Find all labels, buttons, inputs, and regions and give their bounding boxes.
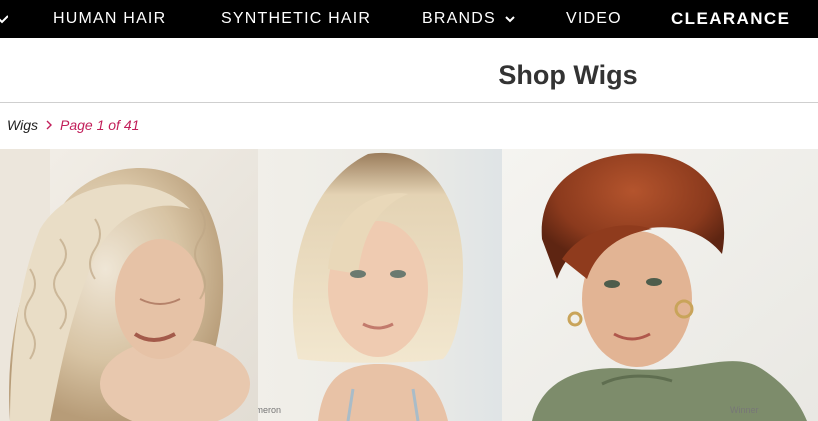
chevron-down-icon: [505, 16, 515, 23]
breadcrumb-link-wigs[interactable]: Wigs: [7, 117, 38, 133]
breadcrumb: Wigs Page 1 of 41: [7, 117, 139, 133]
product-image: [258, 149, 502, 421]
nav-item-clearance[interactable]: CLEARANCE: [671, 0, 790, 38]
nav-item-synthetic-hair[interactable]: SYNTHETIC HAIR: [221, 0, 371, 38]
product-card[interactable]: Cameron: [258, 149, 502, 421]
product-card[interactable]: [0, 149, 258, 421]
breadcrumb-current-page: Page 1 of 41: [60, 117, 140, 133]
nav-item-brands-label: BRANDS: [422, 10, 496, 27]
product-caption: Cameron: [258, 405, 282, 415]
product-card[interactable]: Winner: [502, 149, 818, 421]
chevron-down-icon[interactable]: [0, 12, 8, 26]
nav-item-human-hair[interactable]: HUMAN HAIR: [53, 0, 166, 38]
product-image: [502, 149, 818, 421]
nav-item-brands[interactable]: BRANDS: [422, 0, 515, 38]
product-caption: Winner: [730, 405, 759, 415]
main-nav: HUMAN HAIR SYNTHETIC HAIR BRANDS VIDEO C…: [0, 0, 818, 38]
chevron-right-icon: [46, 120, 52, 130]
divider: [0, 102, 818, 103]
nav-item-video[interactable]: VIDEO: [566, 0, 622, 38]
product-grid: Cameron: [0, 149, 818, 421]
product-image: [0, 149, 258, 421]
page-title: Shop Wigs: [498, 60, 638, 90]
